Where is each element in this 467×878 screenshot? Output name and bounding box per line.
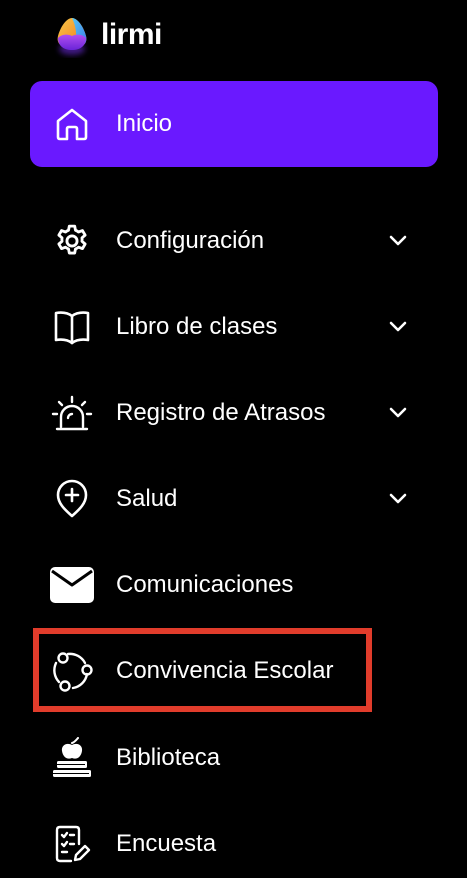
chevron-down-icon[interactable] — [388, 489, 408, 509]
community-cycle-icon — [50, 649, 94, 693]
books-apple-icon — [50, 736, 94, 780]
sidebar-item-label: Comunicaciones — [116, 571, 294, 598]
sidebar-item-inicio[interactable]: Inicio — [30, 81, 438, 167]
sidebar-item-salud[interactable]: Salud — [30, 477, 438, 521]
sidebar-item-label: Encuesta — [116, 830, 217, 857]
sidebar-item-registro-de-atrasos[interactable]: Registro de Atrasos — [30, 391, 438, 435]
sidebar-item-libro-de-clases[interactable]: Libro de clases — [30, 305, 438, 349]
sidebar-item-label: Libro de clases — [116, 313, 278, 340]
book-icon — [50, 305, 94, 349]
sidebar-item-label: Salud — [116, 485, 178, 512]
survey-icon — [50, 822, 94, 866]
home-icon — [50, 102, 94, 146]
chevron-down-icon[interactable] — [388, 403, 408, 423]
sidebar-item-encuesta[interactable]: Encuesta — [30, 822, 438, 866]
sidebar-item-configuracion[interactable]: Configuración — [30, 219, 438, 263]
sidebar-item-comunicaciones[interactable]: Comunicaciones — [30, 563, 438, 607]
sidebar-item-label: Biblioteca — [116, 744, 221, 771]
health-pin-icon — [50, 477, 94, 521]
sidebar-item-label: Inicio — [116, 110, 173, 137]
envelope-icon — [50, 563, 94, 607]
sidebar-item-label: Convivencia Escolar — [116, 657, 334, 684]
chevron-down-icon[interactable] — [388, 231, 408, 251]
sidebar-item-convivencia-escolar[interactable]: Convivencia Escolar — [30, 649, 438, 693]
brand-name: lirmi — [101, 18, 162, 51]
lirmi-logo-icon — [57, 18, 87, 55]
sidebar-item-label: Registro de Atrasos — [116, 399, 326, 426]
sidebar-item-biblioteca[interactable]: Biblioteca — [30, 736, 438, 780]
chevron-down-icon[interactable] — [388, 317, 408, 337]
alarm-siren-icon — [50, 391, 94, 435]
sidebar-item-label: Configuración — [116, 227, 265, 254]
brand[interactable]: lirmi — [52, 14, 162, 58]
gear-icon — [50, 219, 94, 263]
